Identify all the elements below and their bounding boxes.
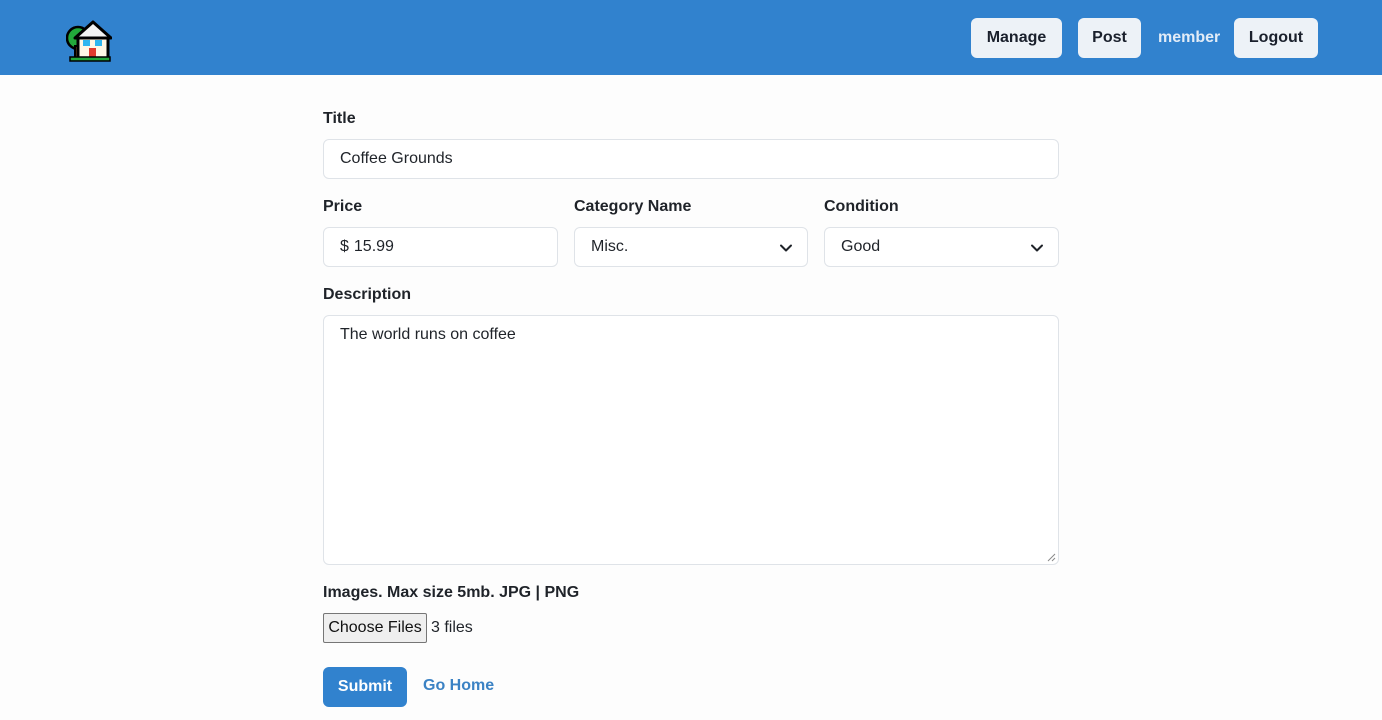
currency-prefix: $	[340, 238, 349, 255]
username-label: member	[1158, 29, 1221, 46]
post-button[interactable]: Post	[1078, 18, 1141, 58]
title-input-value: Coffee Grounds	[340, 150, 453, 167]
condition-select[interactable]: Good	[824, 227, 1059, 267]
logout-button[interactable]: Logout	[1234, 18, 1318, 58]
condition-label: Condition	[824, 198, 899, 215]
description-value: The world runs on coffee	[340, 326, 516, 343]
category-select[interactable]: Misc.	[574, 227, 808, 267]
description-label: Description	[323, 286, 412, 303]
description-textarea[interactable]: The world runs on coffee	[323, 315, 1059, 565]
images-label: Images. Max size 5mb. JPG | PNG	[323, 584, 580, 601]
category-select-value: Misc.	[591, 238, 629, 255]
house-with-tree-icon[interactable]	[65, 18, 113, 62]
resize-handle-icon[interactable]	[1046, 552, 1056, 562]
price-input[interactable]: $ 15.99	[323, 227, 558, 267]
condition-select-value: Good	[841, 238, 881, 255]
choose-files-button[interactable]: Choose Files	[323, 613, 427, 643]
chevron-down-icon	[1031, 244, 1043, 252]
title-input[interactable]: Coffee Grounds	[323, 139, 1059, 179]
go-home-link[interactable]: Go Home	[423, 677, 494, 695]
title-label: Title	[323, 110, 356, 127]
file-count-status: 3 files	[431, 619, 473, 636]
category-label: Category Name	[574, 198, 692, 215]
manage-button[interactable]: Manage	[971, 18, 1062, 58]
price-label: Price	[323, 198, 363, 215]
submit-button[interactable]: Submit	[323, 667, 407, 707]
navbar: Manage Post member Logout	[0, 0, 1382, 75]
chevron-down-icon	[780, 244, 792, 252]
price-input-value: 15.99	[353, 238, 394, 255]
